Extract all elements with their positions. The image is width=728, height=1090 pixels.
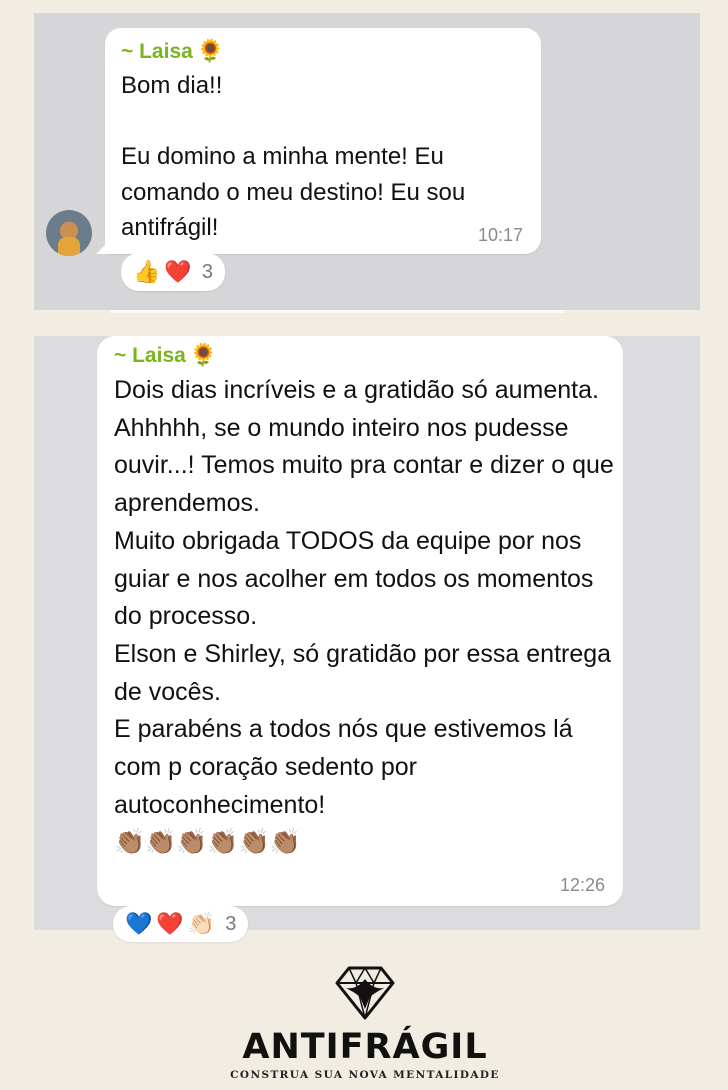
reactions-bar[interactable]: 👍 ❤️ 3: [121, 253, 225, 291]
reaction-count: 3: [201, 260, 213, 283]
clapping-hands-icon: 👏🏻: [187, 911, 216, 936]
message-time: 12:26: [559, 875, 605, 895]
reaction-count: 3: [225, 912, 237, 935]
sender-name[interactable]: ~ Laisa 🌻: [114, 342, 217, 368]
message-bubble[interactable]: ~ Laisa 🌻 Bom dia!! Eu domino a minha men…: [105, 28, 541, 254]
brand-tagline: CONSTRUA SUA NOVA MENTALIDADE: [230, 1069, 500, 1081]
message-bubble[interactable]: ~ Laisa 🌻 Dois dias incríveis e a gratidã…: [97, 336, 623, 906]
divider: [110, 310, 565, 313]
sender-name[interactable]: ~ Laisa 🌻: [121, 38, 224, 64]
diamond-phoenix-icon: [335, 966, 395, 1020]
message-text: Bom dia!! Eu domino a minha mente! Eu co…: [121, 72, 466, 241]
heart-icon: ❤️: [156, 911, 184, 936]
brand-logo: ANTIFRÁGIL CONSTRUA SUA NOVA MENTALIDADE: [230, 965, 500, 1081]
blue-heart-icon: 💙: [125, 911, 153, 936]
sunflower-icon: 🌻: [196, 38, 225, 63]
message-text: Dois dias incríveis e a gratidão só aume…: [114, 376, 614, 857]
sunflower-icon: 🌻: [189, 342, 218, 367]
message-time: 10:17: [477, 225, 523, 245]
avatar[interactable]: [46, 210, 92, 256]
reactions-bar[interactable]: 💙 ❤️ 👏🏻 3: [113, 906, 249, 942]
heart-icon: ❤️: [164, 259, 192, 284]
thumbs-up-icon: 👍: [133, 259, 161, 284]
brand-name: ANTIFRÁGIL: [242, 1027, 488, 1067]
